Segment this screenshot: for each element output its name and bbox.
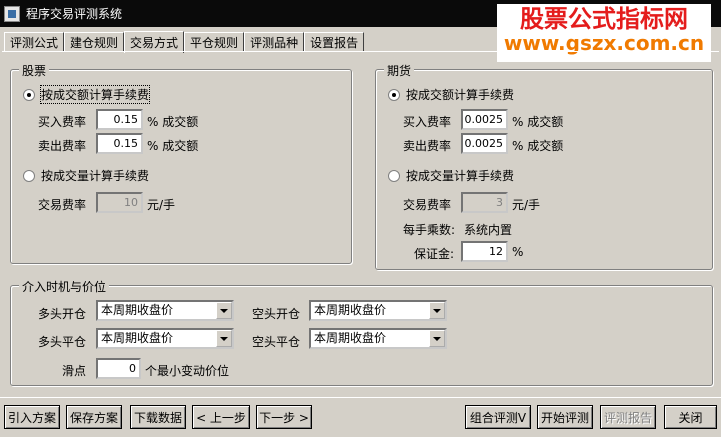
start-evaluate-button[interactable]: 开始评测 xyxy=(537,405,593,429)
short-open-label: 空头开仓 xyxy=(252,307,301,321)
futures-margin-unit: % xyxy=(512,245,524,259)
long-open-value: 本周期收盘价 xyxy=(101,303,174,317)
tab-instruments[interactable]: 评测品种 xyxy=(244,32,305,52)
tab-close-rules[interactable]: 平仓规则 xyxy=(184,32,245,52)
app-icon xyxy=(4,5,20,22)
radio-button[interactable] xyxy=(388,88,400,101)
short-close-select[interactable]: 本周期收盘价 xyxy=(309,328,447,349)
stock-sell-label: 卖出费率 xyxy=(38,139,87,153)
stock-fee-label: 交易费率 xyxy=(38,198,87,212)
futures-margin-label: 保证金: xyxy=(414,247,455,261)
stock-fee-input: 10 xyxy=(96,192,143,213)
chevron-down-icon[interactable] xyxy=(429,330,445,347)
next-step-button[interactable]: 下一步 > xyxy=(256,405,312,429)
stock-legend: 股票 xyxy=(19,62,50,79)
download-data-button[interactable]: 下载数据 xyxy=(130,405,186,429)
stock-fee-unit: 元/手 xyxy=(147,198,176,212)
entry-legend: 介入时机与价位 xyxy=(19,278,110,295)
radio-label: 按成交额计算手续费 xyxy=(39,85,151,104)
futures-sell-unit: % 成交额 xyxy=(512,139,564,153)
slippage-input[interactable]: 0 xyxy=(96,358,141,379)
long-open-select[interactable]: 本周期收盘价 xyxy=(96,300,234,321)
short-open-value: 本周期收盘价 xyxy=(314,303,387,317)
tab-open-rules[interactable]: 建仓规则 xyxy=(64,32,125,52)
prev-step-button[interactable]: < 上一步 xyxy=(192,405,250,429)
futures-sell-label: 卖出费率 xyxy=(403,139,452,153)
long-close-label: 多头平仓 xyxy=(38,335,87,349)
stock-sell-unit: % 成交额 xyxy=(147,139,199,153)
stock-sell-rate-input[interactable]: 0.15 xyxy=(96,133,143,154)
radio-button[interactable] xyxy=(388,169,400,182)
futures-fee-label: 交易费率 xyxy=(403,198,452,212)
radio-label: 按成交量计算手续费 xyxy=(41,169,150,183)
chevron-down-icon[interactable] xyxy=(216,330,232,347)
stock-radio-volume[interactable]: 按成交量计算手续费 xyxy=(23,167,149,184)
futures-legend: 期货 xyxy=(384,62,415,79)
futures-group: 期货 按成交额计算手续费 买入费率 0.0025 % 成交额 卖出费率 0.00… xyxy=(375,62,713,270)
short-close-label: 空头平仓 xyxy=(252,335,301,349)
tab-trading-method[interactable]: 交易方式 xyxy=(124,31,185,53)
stock-buy-rate-input[interactable]: 0.15 xyxy=(96,109,143,130)
stock-radio-amount[interactable]: 按成交额计算手续费 xyxy=(23,85,151,104)
slippage-label: 滑点 xyxy=(62,364,87,378)
short-close-value: 本周期收盘价 xyxy=(314,331,387,345)
button-bar: 引入方案 保存方案 下载数据 < 上一步 下一步 > 组合评测V 开始评测 评测… xyxy=(0,397,721,437)
long-close-value: 本周期收盘价 xyxy=(101,331,174,345)
futures-multiplier-label: 每手乘数: xyxy=(403,223,456,237)
window-title: 程序交易评测系统 xyxy=(26,7,123,21)
long-open-label: 多头开仓 xyxy=(38,307,87,321)
futures-fee-unit: 元/手 xyxy=(512,198,541,212)
close-button[interactable]: 关闭 xyxy=(664,405,717,429)
futures-buy-label: 买入费率 xyxy=(403,115,452,129)
chevron-down-icon[interactable] xyxy=(216,302,232,319)
radio-label: 按成交额计算手续费 xyxy=(406,88,515,102)
futures-margin-input[interactable]: 12 xyxy=(461,241,508,262)
save-scheme-button[interactable]: 保存方案 xyxy=(66,405,122,429)
import-scheme-button[interactable]: 引入方案 xyxy=(4,405,60,429)
evaluate-report-button: 评测报告 xyxy=(600,405,656,429)
futures-fee-input: 3 xyxy=(461,192,508,213)
stock-group: 股票 按成交额计算手续费 买入费率 0.15 % 成交额 卖出费率 0.15 %… xyxy=(10,62,352,264)
tab-report-settings[interactable]: 设置报告 xyxy=(304,32,365,52)
futures-buy-unit: % 成交额 xyxy=(512,115,564,129)
radio-button[interactable] xyxy=(23,169,35,182)
futures-radio-volume[interactable]: 按成交量计算手续费 xyxy=(388,167,514,184)
futures-multiplier-value: 系统内置 xyxy=(464,223,513,237)
watermark-line1: 股票公式指标网 xyxy=(520,5,688,33)
tab-strip: 评测公式 建仓规则 交易方式 平仓规则 评测品种 设置报告 xyxy=(4,30,365,53)
combo-evaluate-button[interactable]: 组合评测V xyxy=(465,405,531,429)
chevron-down-icon[interactable] xyxy=(429,302,445,319)
tab-formula[interactable]: 评测公式 xyxy=(4,32,65,52)
radio-button[interactable] xyxy=(23,88,35,101)
slippage-unit: 个最小变动价位 xyxy=(145,364,230,378)
radio-label: 按成交量计算手续费 xyxy=(406,169,515,183)
short-open-select[interactable]: 本周期收盘价 xyxy=(309,300,447,321)
tab-content: 股票 按成交额计算手续费 买入费率 0.15 % 成交额 卖出费率 0.15 %… xyxy=(2,51,719,395)
futures-buy-rate-input[interactable]: 0.0025 xyxy=(461,109,508,130)
long-close-select[interactable]: 本周期收盘价 xyxy=(96,328,234,349)
stock-buy-label: 买入费率 xyxy=(38,115,87,129)
stock-buy-unit: % 成交额 xyxy=(147,115,199,129)
futures-radio-amount[interactable]: 按成交额计算手续费 xyxy=(388,86,514,103)
futures-sell-rate-input[interactable]: 0.0025 xyxy=(461,133,508,154)
entry-group: 介入时机与价位 多头开仓 本周期收盘价 空头开仓 本周期收盘价 多头平仓 本周期… xyxy=(10,278,713,386)
